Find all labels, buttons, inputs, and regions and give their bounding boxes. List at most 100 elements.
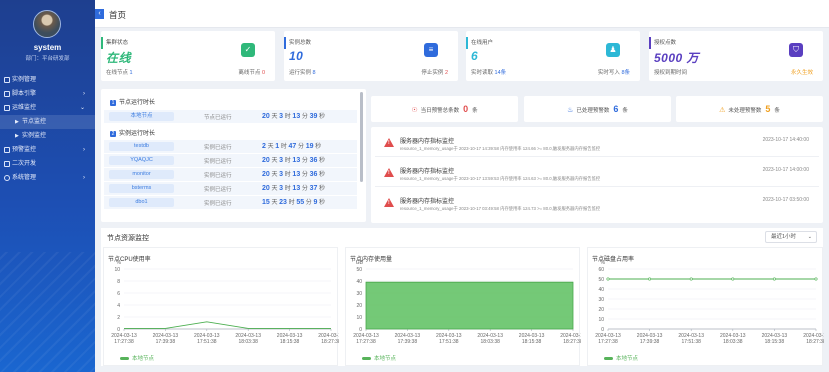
unit-day: 天 [271, 114, 278, 120]
card-value: 6 [471, 49, 479, 63]
counter-unit: 条 [622, 108, 628, 114]
y-unit-label: % [117, 260, 122, 266]
uptime-days: 20 [262, 113, 270, 120]
legend-label: 本地节点 [132, 356, 155, 362]
x-tick-label-time: 17:51:38 [681, 339, 701, 345]
y-tick-label: 0 [601, 327, 604, 333]
uptime-value: 20 天 3 时 13 分 36 秒 [262, 169, 325, 178]
unit-day: 天 [271, 158, 278, 164]
stat-value: 永久生效 [790, 70, 813, 76]
uptime-minutes: 13 [292, 157, 301, 164]
warning-icon: ⚠ [719, 107, 726, 114]
chart-legend[interactable]: 本地节点 [604, 354, 638, 362]
data-point [731, 277, 735, 281]
instance-name-tag[interactable]: bsterms [109, 184, 174, 193]
uptime-seconds: 9 [313, 199, 318, 206]
data-point [648, 277, 652, 281]
list-icon: ≡ [424, 43, 438, 57]
sidebar-item-label: 预警监控 [12, 147, 37, 153]
card-left-stat: 在线节点 1 [106, 68, 133, 76]
time-range-select[interactable]: 最近1小时 ⌄ [765, 231, 817, 243]
handled-alarm-count: ♨ 已处理预警数 6 条 [524, 96, 671, 122]
uptime-label: 实例已运行 [204, 145, 232, 151]
sidebar-item-label: 系统管理 [12, 175, 37, 181]
alarm-title: 服务器内存指标监控 [400, 199, 455, 205]
alarm-item[interactable]: ! 服务器内存指标监控 resource_1_memory_usage于 202… [375, 161, 819, 187]
memory-usage-chart: 节点内存使用量 GB 0 10 20 30 40 50 2024-03-13 17:27:38 2… [345, 247, 581, 366]
caret-right-icon: ▶ [15, 119, 19, 125]
section-label-text: 实例运行时长 [119, 131, 156, 137]
unit-minute: 分 [301, 158, 308, 164]
alarm-item[interactable]: ! 服务器内存指标监控 resource_1_memory_usage于 202… [375, 191, 819, 217]
cluster-status-card: 集群状态 在线 ✓ 在线节点 1 离线节点 0 [101, 31, 275, 81]
chart-legend[interactable]: 本地节点 [120, 354, 154, 362]
unit-day: 天 [271, 200, 278, 206]
instance-row: monitor 实例已运行 20 天 3 时 13 分 36 秒 [104, 168, 357, 181]
alarm-item[interactable]: ! 服务器内存指标监控 resource_1_memory_usage于 202… [375, 131, 819, 157]
uptime-label: 实例已运行 [204, 201, 232, 207]
unit-hour: 时 [284, 158, 291, 164]
sidebar-item-secondary-dev[interactable]: 二次开发 [0, 157, 95, 171]
instance-name-tag[interactable]: testdb [109, 142, 174, 151]
handled-icon: ♨ [567, 107, 574, 114]
uptime-value: 2 天 1 时 47 分 19 秒 [262, 141, 321, 150]
avatar[interactable] [33, 10, 61, 38]
node-name-tag[interactable]: 本地节点 [109, 112, 174, 121]
uptime-minutes: 47 [288, 143, 297, 150]
data-point [814, 277, 818, 281]
sidebar-item-alarm-monitoring[interactable]: 预警监控 › [0, 143, 95, 157]
uptime-minutes: 13 [292, 113, 301, 120]
cpu-usage-chart: 节点CPU使用率 % 0 2 4 6 8 10 2024-03-13 17:27:38 2024-… [103, 247, 339, 366]
stat-value: 14条 [494, 70, 507, 76]
unit-second: 秒 [315, 144, 322, 150]
instance-name-tag[interactable]: YQAQJC [109, 156, 174, 165]
x-tick-label-time: 18:27:38 [563, 339, 581, 345]
uptime-hours: 3 [279, 113, 284, 120]
sidebar-item-system-management[interactable]: 系统管理 › [0, 171, 95, 185]
sidebar-item-instance-management[interactable]: 实例管理 [0, 73, 95, 87]
sidebar-item-ops-monitoring[interactable]: 运维监控 ⌄ [0, 101, 95, 115]
chevron-down-icon: ⌄ [807, 234, 812, 240]
uptime-seconds: 37 [309, 185, 318, 192]
uptime-label: 节点已运行 [204, 115, 232, 121]
uptime-hours: 3 [279, 185, 284, 192]
warning-icon: ! [384, 138, 394, 147]
stat-value: 8条 [621, 70, 630, 76]
series-line [124, 321, 331, 329]
instance-name-tag[interactable]: dbo1 [109, 198, 174, 207]
stat-label: 实时写入 [597, 70, 620, 76]
y-tick-label: 0 [117, 327, 120, 333]
uptime-scrollbar[interactable] [360, 92, 363, 182]
collapse-sidebar-icon[interactable]: ‹ [95, 9, 104, 19]
card-right-stat: 离线节点 0 [238, 68, 265, 76]
unit-minute: 分 [301, 172, 308, 178]
alarm-title: 服务器内存指标监控 [400, 169, 455, 175]
shield-icon: ⛉ [789, 43, 803, 57]
monitor-icon [4, 105, 10, 111]
y-tick-label: 10 [114, 267, 120, 273]
section-number-badge: 1 [110, 100, 116, 106]
unit-second: 秒 [319, 114, 326, 120]
alarm-time: 2023-10-17 14:00:00 [762, 167, 809, 173]
instance-row: YQAQJC 实例已运行 20 天 3 时 13 分 36 秒 [104, 154, 357, 167]
y-tick-label: 20 [598, 307, 604, 313]
sidebar-item-label: 二次开发 [12, 161, 37, 167]
chart-legend[interactable]: 本地节点 [362, 354, 396, 362]
alarm-description: resource_1_memory_usage于 2023-10-17 13:5… [400, 176, 601, 181]
counter-value: 0 [463, 104, 469, 114]
x-tick-label-time: 18:03:38 [723, 339, 743, 345]
sidebar-item-script-engine[interactable]: 脚本引擎 › [0, 87, 95, 101]
stat-value: 0 [261, 70, 265, 76]
cpu-chart-svg: %02468102024-03-1317:27:382024-03-1317:3… [111, 260, 339, 345]
sidebar-item-node-monitoring[interactable]: ▶ 节点监控 [0, 115, 95, 129]
card-right-stat: 停止实例 2 [421, 68, 448, 76]
check-icon: ✓ [241, 43, 255, 57]
data-point [606, 277, 610, 281]
card-accent-bar [649, 37, 651, 49]
sidebar-item-instance-monitoring[interactable]: ▶ 实例监控 [0, 129, 95, 143]
unhandled-alarm-count: ⚠ 未处理预警数 5 条 [676, 96, 823, 122]
card-title: 集群状态 [106, 40, 129, 46]
license-points-card: 授权点数 5000 万 ⛉ 授权到期时间 永久生效 [649, 31, 823, 81]
instance-name-tag[interactable]: monitor [109, 170, 174, 179]
card-left-stat: 实时读取 14条 [471, 68, 506, 76]
